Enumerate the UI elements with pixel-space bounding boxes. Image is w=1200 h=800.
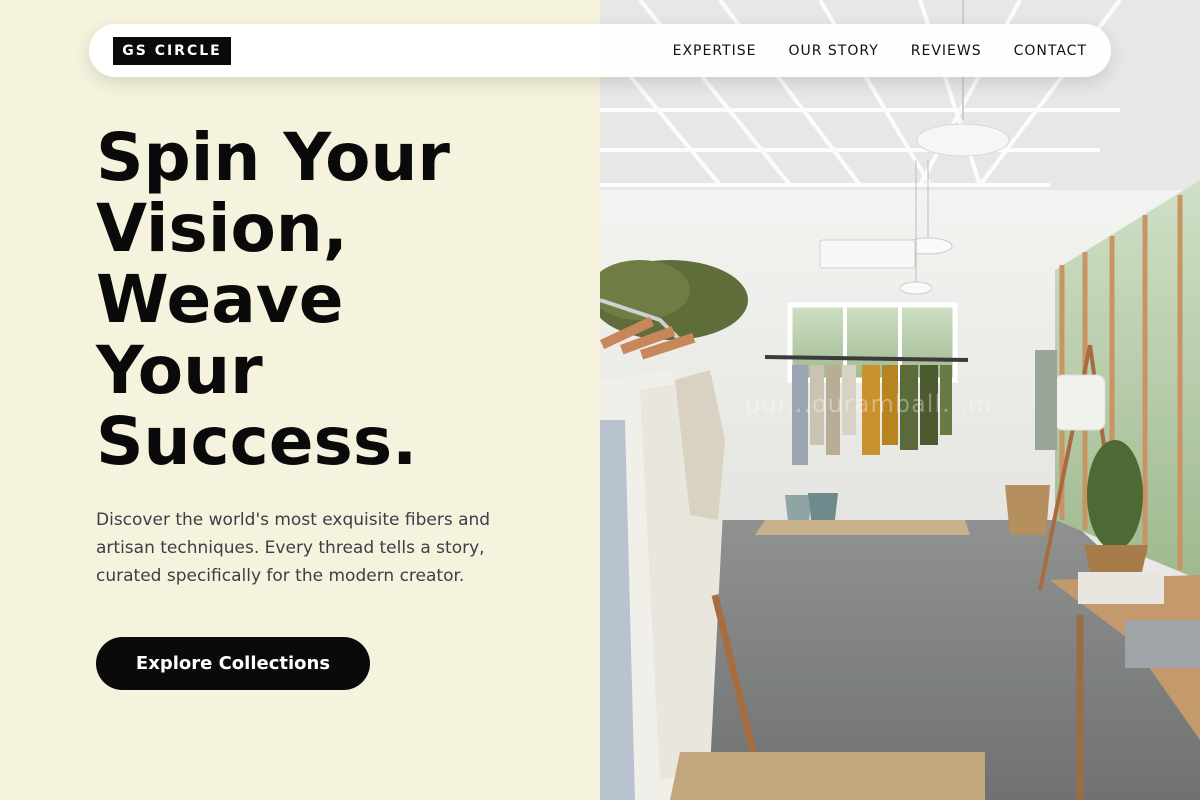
hero-title-line: Spin Your [96, 119, 450, 196]
brand-logo[interactable]: GS CIRCLE [113, 37, 231, 65]
hero-title: Spin Your Vision, Weave Your Success. [96, 122, 576, 477]
top-navbar: GS CIRCLE EXPERTISE OUR STORY REVIEWS CO… [89, 24, 1111, 77]
hero-title-line: Success. [96, 403, 418, 480]
nav-link-reviews[interactable]: REVIEWS [911, 43, 982, 59]
hero-title-line: Your [96, 332, 263, 409]
nav-links: EXPERTISE OUR STORY REVIEWS CONTACT [673, 24, 1087, 77]
page: Spin Your Vision, Weave Your Success. Di… [0, 0, 1200, 800]
photo-watermark: pur...ouramball...m [745, 390, 993, 418]
hero-title-line: Weave [96, 261, 344, 338]
hero-left-panel: Spin Your Vision, Weave Your Success. Di… [0, 0, 600, 800]
hero-title-line: Vision, [96, 190, 348, 267]
nav-link-contact[interactable]: CONTACT [1014, 43, 1087, 59]
nav-link-expertise[interactable]: EXPERTISE [673, 43, 757, 59]
explore-collections-button[interactable]: Explore Collections [96, 637, 370, 690]
nav-link-our-story[interactable]: OUR STORY [788, 43, 878, 59]
hero-description: Discover the world's most exquisite fibe… [96, 510, 491, 586]
